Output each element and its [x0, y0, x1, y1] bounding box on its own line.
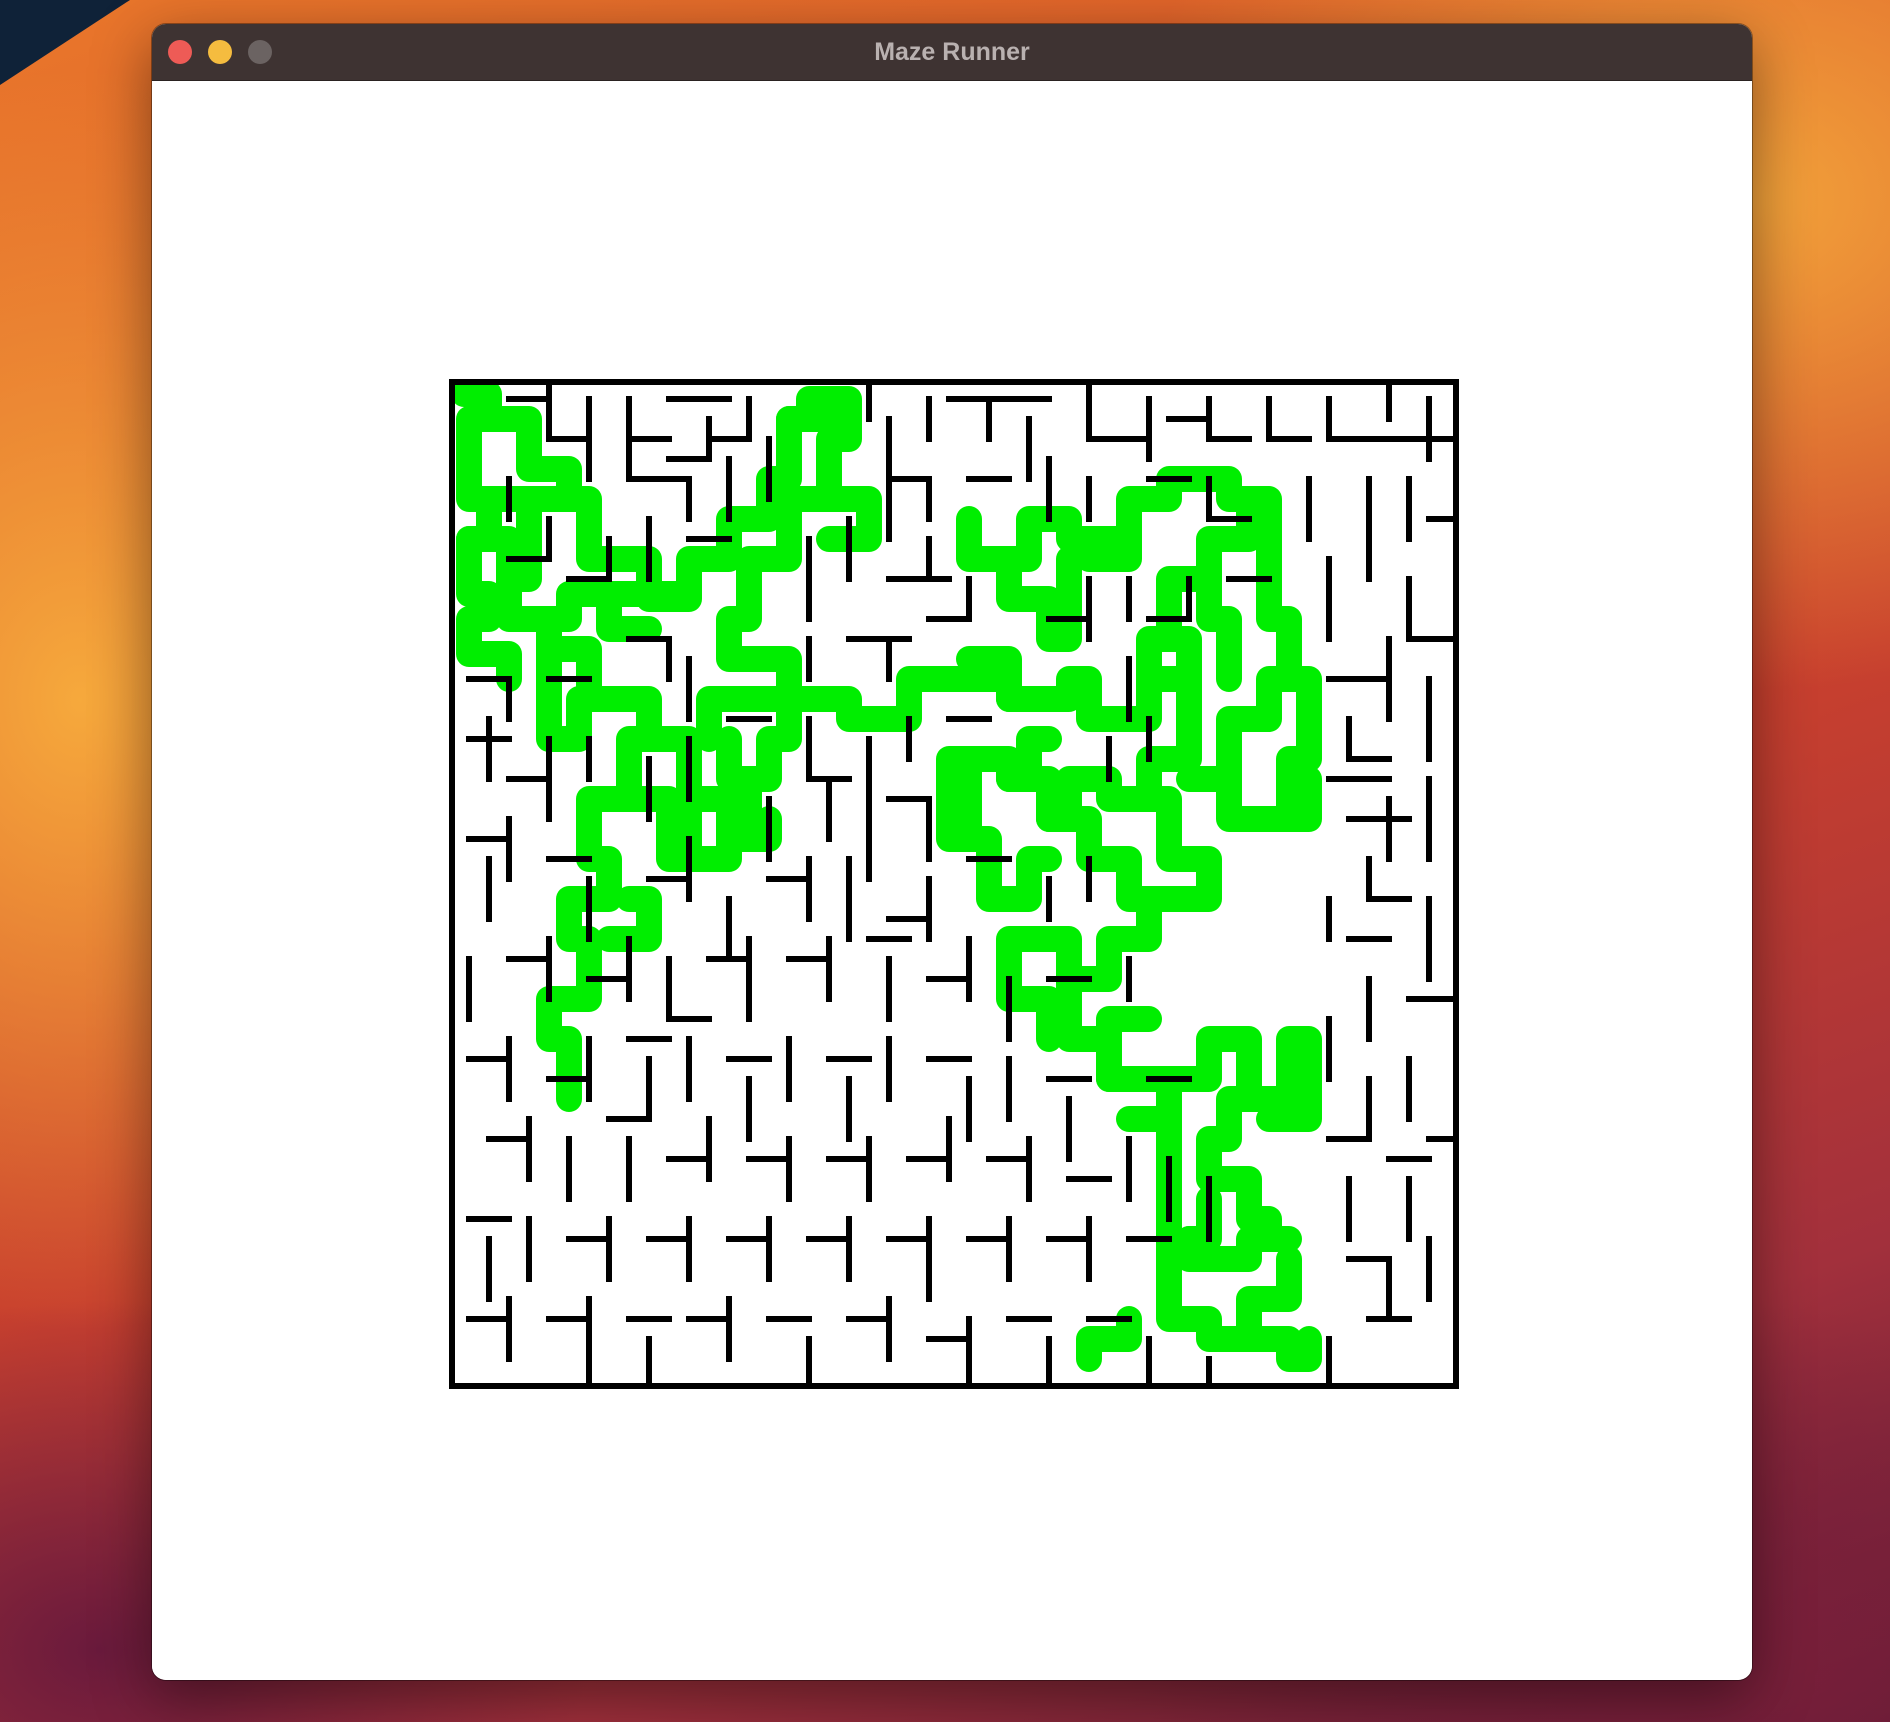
- title-bar[interactable]: Maze Runner: [152, 24, 1752, 81]
- canvas-area: [152, 81, 1752, 1680]
- window-title: Maze Runner: [874, 38, 1030, 66]
- app-window: Maze Runner: [152, 24, 1752, 1680]
- maze-board: [449, 379, 1459, 1389]
- wallpaper-corner: [0, 0, 130, 85]
